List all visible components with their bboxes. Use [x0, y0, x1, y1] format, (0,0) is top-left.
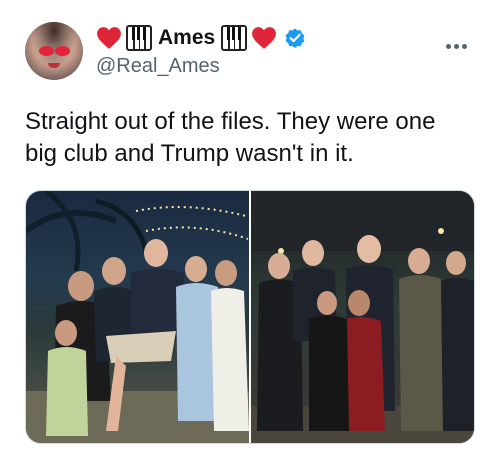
photo-right-scene — [251, 191, 474, 443]
heart-icon — [252, 27, 277, 49]
piano-icon — [221, 25, 248, 51]
tweet-text: Straight out of the files. They were one… — [25, 106, 485, 170]
piano-icon — [126, 25, 152, 51]
display-name-row[interactable]: Ames — [96, 23, 307, 53]
tweet-text-line: big club and Trump wasn't in it. — [25, 140, 354, 167]
photo-left-scene — [26, 191, 249, 443]
tweet-text-line: Straight out of the files. They were one — [25, 108, 436, 135]
user-handle[interactable]: @Real_Ames — [96, 55, 220, 78]
more-options-icon[interactable] — [446, 29, 470, 55]
display-name[interactable]: Ames — [158, 26, 215, 50]
heart-icon — [97, 27, 121, 49]
photo-right[interactable] — [251, 191, 474, 443]
tweet-media[interactable] — [25, 190, 475, 444]
photo-left[interactable] — [26, 191, 249, 443]
verified-badge-icon — [285, 28, 305, 48]
avatar[interactable] — [25, 22, 83, 80]
